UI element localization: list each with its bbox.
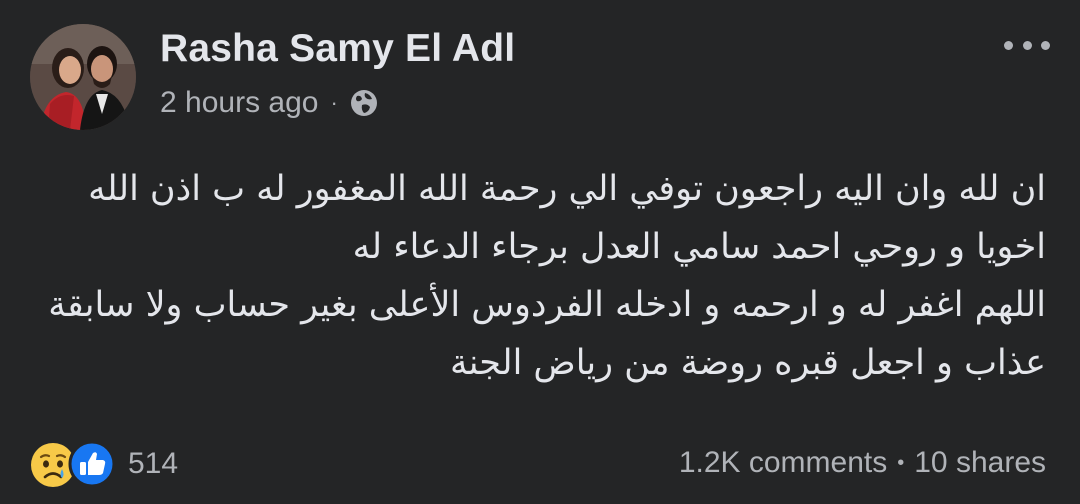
more-dot bbox=[1022, 40, 1032, 50]
comments-count[interactable]: 1.2K comments bbox=[679, 446, 887, 480]
post-meta: 2 hours ago · bbox=[160, 86, 380, 120]
reaction-icons bbox=[30, 440, 116, 488]
post-body: ان لله وان اليه راجعون توفي الي رحمة الل… bbox=[36, 160, 1046, 392]
avatar-photo bbox=[30, 24, 136, 130]
author-name[interactable]: Rasha Samy El Adl bbox=[160, 27, 515, 71]
shares-count[interactable]: 10 shares bbox=[914, 446, 1046, 480]
facebook-post: Rasha Samy El Adl 2 hours ago · ان لله و… bbox=[0, 0, 1080, 504]
post-body-line: ان لله وان اليه راجعون توفي الي رحمة الل… bbox=[88, 169, 1046, 209]
globe-icon[interactable] bbox=[348, 87, 380, 119]
reactions-summary[interactable]: 514 bbox=[30, 440, 178, 488]
engagement-summary: 1.2K comments • 10 shares bbox=[679, 446, 1046, 480]
reaction-count[interactable]: 514 bbox=[128, 447, 178, 481]
like-icon bbox=[68, 440, 116, 488]
avatar[interactable] bbox=[30, 24, 136, 130]
post-timestamp[interactable]: 2 hours ago bbox=[160, 86, 318, 120]
more-options-icon[interactable] bbox=[1004, 34, 1050, 56]
meta-separator: · bbox=[330, 90, 338, 115]
more-dot bbox=[1004, 40, 1013, 50]
post-body-line: اخويا و روحي احمد سامي العدل برجاء الدعا… bbox=[352, 227, 1046, 267]
post-body-line: عذاب و اجعل قبره روضة من رياض الجنة bbox=[449, 343, 1046, 383]
post-body-line: اللهم اغفر له و ارحمه و ادخله الفردوس ال… bbox=[48, 285, 1046, 325]
engagement-separator: • bbox=[897, 451, 905, 474]
more-dot bbox=[1041, 40, 1050, 50]
